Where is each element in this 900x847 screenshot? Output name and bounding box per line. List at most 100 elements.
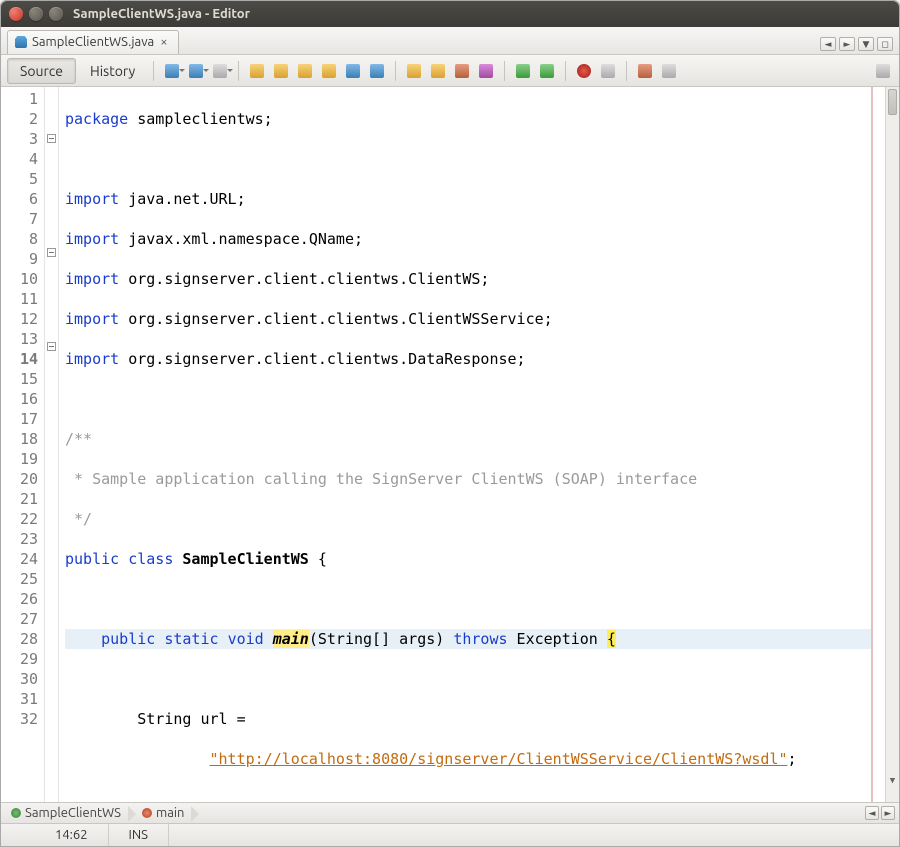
tabs-scroll-right-button[interactable]: ► <box>839 37 855 51</box>
code-editor[interactable]: 1234567891011121314151617181920212223242… <box>1 87 899 802</box>
code-text: Exception <box>508 630 607 648</box>
code-area[interactable]: package sampleclientws; import java.net.… <box>59 87 885 802</box>
hscroll-left-button[interactable]: ◄ <box>865 806 879 820</box>
line-number[interactable]: 14 <box>1 349 38 369</box>
fold-toggle-icon[interactable] <box>47 248 56 257</box>
line-number[interactable]: 17 <box>1 409 38 429</box>
line-number[interactable]: 24 <box>1 549 38 569</box>
fold-toggle-icon[interactable] <box>47 134 56 143</box>
keyword: class <box>128 550 173 568</box>
line-number[interactable]: 6 <box>1 189 38 209</box>
breadcrumb-class-label: SampleClientWS <box>25 806 121 820</box>
find-selection-icon[interactable] <box>248 62 266 80</box>
line-number[interactable]: 27 <box>1 609 38 629</box>
previous-bookmark-icon[interactable] <box>405 62 423 80</box>
find-previous-icon[interactable] <box>272 62 290 80</box>
line-number[interactable]: 20 <box>1 469 38 489</box>
toolbar-options-icon[interactable] <box>874 62 892 80</box>
line-number[interactable]: 1 <box>1 89 38 109</box>
line-number[interactable]: 26 <box>1 589 38 609</box>
shift-right-icon[interactable] <box>453 62 471 80</box>
tabs-scroll-left-button[interactable]: ◄ <box>820 37 836 51</box>
toolbar-separator <box>153 61 154 81</box>
line-number[interactable]: 5 <box>1 169 38 189</box>
scrollbar-thumb[interactable] <box>888 89 897 115</box>
keyword: import <box>65 230 119 248</box>
error-stripe[interactable] <box>871 87 885 802</box>
line-number[interactable]: 13 <box>1 329 38 349</box>
line-number[interactable]: 19 <box>1 449 38 469</box>
line-number[interactable]: 31 <box>1 689 38 709</box>
line-number[interactable]: 28 <box>1 629 38 649</box>
line-number[interactable]: 9 <box>1 249 38 269</box>
line-number[interactable]: 25 <box>1 569 38 589</box>
uncomment-icon[interactable] <box>538 62 556 80</box>
code-text: org.signserver.client.clientws.ClientWSS… <box>119 310 552 328</box>
history-mode-button[interactable]: History <box>80 59 145 83</box>
forward-icon[interactable] <box>211 62 229 80</box>
line-number[interactable]: 18 <box>1 429 38 449</box>
hscroll-right-button[interactable]: ► <box>881 806 895 820</box>
breadcrumb-method[interactable]: main <box>136 806 191 820</box>
java-file-icon <box>14 35 28 49</box>
file-tab-dirty-mark: × <box>160 35 167 49</box>
line-number[interactable]: 4 <box>1 149 38 169</box>
method-name-main: main <box>273 630 309 648</box>
file-tab-label: SampleClientWS.java <box>32 35 154 49</box>
toggle-bookmark-icon[interactable] <box>344 62 362 80</box>
line-number[interactable]: 23 <box>1 529 38 549</box>
comment: /** <box>65 430 92 448</box>
method-icon <box>142 808 152 818</box>
tabs-list-dropdown[interactable]: ▼ <box>858 37 874 51</box>
window-titlebar: SampleClientWS.java - Editor <box>1 1 899 27</box>
window-minimize-button[interactable] <box>29 7 43 21</box>
fold-toggle-icon[interactable] <box>47 342 56 351</box>
stop-macro-icon[interactable] <box>575 62 593 80</box>
toolbar-separator <box>565 61 566 81</box>
back-icon[interactable] <box>187 62 205 80</box>
line-number[interactable]: 21 <box>1 489 38 509</box>
record-macro-icon[interactable] <box>599 62 617 80</box>
status-insert-mode[interactable]: INS <box>109 824 169 846</box>
breadcrumb-class[interactable]: SampleClientWS <box>5 806 128 820</box>
tabs-maximize-button[interactable]: ◻ <box>877 37 893 51</box>
scroll-down-icon[interactable]: ▼ <box>886 774 899 788</box>
code-text: org.signserver.client.clientws.DataRespo… <box>119 350 525 368</box>
next-bookmark-icon[interactable] <box>368 62 386 80</box>
line-number[interactable]: 11 <box>1 289 38 309</box>
line-number[interactable]: 32 <box>1 709 38 729</box>
line-number[interactable]: 22 <box>1 509 38 529</box>
line-number-gutter[interactable]: 1234567891011121314151617181920212223242… <box>1 87 45 802</box>
line-number[interactable]: 15 <box>1 369 38 389</box>
line-number[interactable]: 2 <box>1 109 38 129</box>
comment: * Sample application calling the SignSer… <box>65 470 697 488</box>
shift-left-icon[interactable] <box>429 62 447 80</box>
line-number[interactable]: 10 <box>1 269 38 289</box>
vertical-scrollbar[interactable]: ▲ ▼ <box>885 87 899 802</box>
window-maximize-button[interactable] <box>49 7 63 21</box>
find-next-icon[interactable] <box>296 62 314 80</box>
line-number[interactable]: 29 <box>1 649 38 669</box>
line-number[interactable]: 8 <box>1 229 38 249</box>
format-icon[interactable] <box>477 62 495 80</box>
line-number[interactable]: 7 <box>1 209 38 229</box>
line-number[interactable]: 12 <box>1 309 38 329</box>
code-text: sampleclientws; <box>128 110 273 128</box>
run-macro-icon[interactable] <box>636 62 654 80</box>
source-mode-button[interactable]: Source <box>7 58 76 84</box>
macro-options-icon[interactable] <box>660 62 678 80</box>
toggle-highlight-icon[interactable] <box>320 62 338 80</box>
line-number[interactable]: 16 <box>1 389 38 409</box>
fold-gutter[interactable] <box>45 87 59 802</box>
keyword: package <box>65 110 128 128</box>
keyword: static <box>164 630 218 648</box>
comment-icon[interactable] <box>514 62 532 80</box>
comment: */ <box>65 510 92 528</box>
class-icon <box>11 808 21 818</box>
keyword: import <box>65 350 119 368</box>
last-edit-icon[interactable] <box>163 62 181 80</box>
window-close-button[interactable] <box>9 7 23 21</box>
file-tab-sampleclientws[interactable]: SampleClientWS.java × <box>7 30 179 54</box>
line-number[interactable]: 30 <box>1 669 38 689</box>
line-number[interactable]: 3 <box>1 129 38 149</box>
